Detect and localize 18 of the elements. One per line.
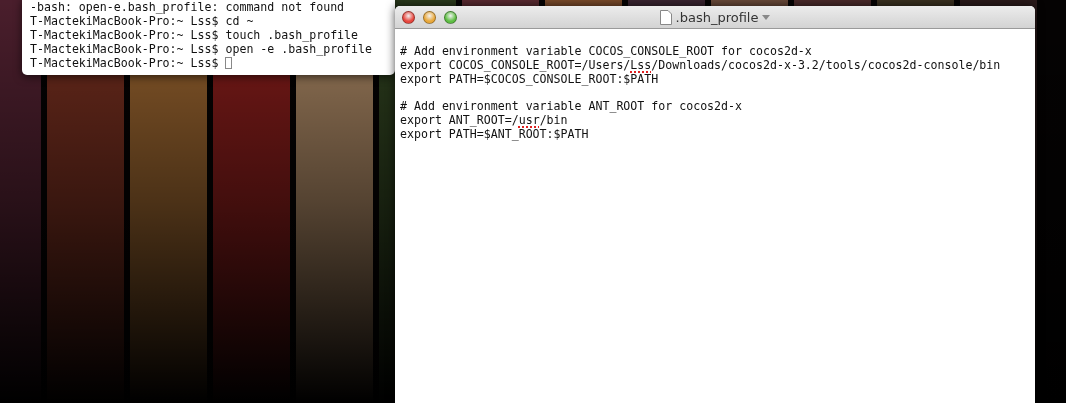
terminal-line: T-MactekiMacBook-Pro:~ Lss$ touch .bash_profile: [30, 28, 359, 42]
terminal-line: T-MactekiMacBook-Pro:~ Lss$: [30, 56, 219, 70]
close-button[interactable]: [402, 10, 415, 24]
window-title: .bash_profile: [675, 9, 759, 25]
code-line: export PATH=$ANT_ROOT:$PATH: [400, 127, 589, 141]
document-icon: [659, 9, 672, 25]
code-line: # Add environment variable ANT_ROOT for cocos2d-x: [400, 99, 743, 113]
minimize-button[interactable]: [423, 10, 436, 24]
code-line: # Add environment variable COCOS_CONSOLE_ROOT for cocos2d-x: [400, 44, 812, 58]
code-line: export PATH=$COCOS_CONSOLE_ROOT:$PATH: [400, 72, 659, 86]
terminal-line: T-MactekiMacBook-Pro:~ Lss$ cd ~: [30, 14, 254, 28]
code-line: export COCOS_CONSOLE_ROOT=/Users/Lss/Downloads/cocos2d-x-3.2/tools/cocos2d-console/bin: [400, 58, 1001, 72]
terminal-line: T-MactekiMacBook-Pro:~ Lss$ open -e .bash_profile: [30, 42, 373, 56]
cursor-icon: [225, 57, 233, 69]
zoom-button[interactable]: [444, 10, 457, 24]
code-line: export ANT_ROOT=/usr/bin: [400, 113, 568, 127]
terminal-line: -bash: open-e.bash_profile: command not found: [30, 0, 345, 14]
caret-icon[interactable]: [762, 14, 771, 20]
